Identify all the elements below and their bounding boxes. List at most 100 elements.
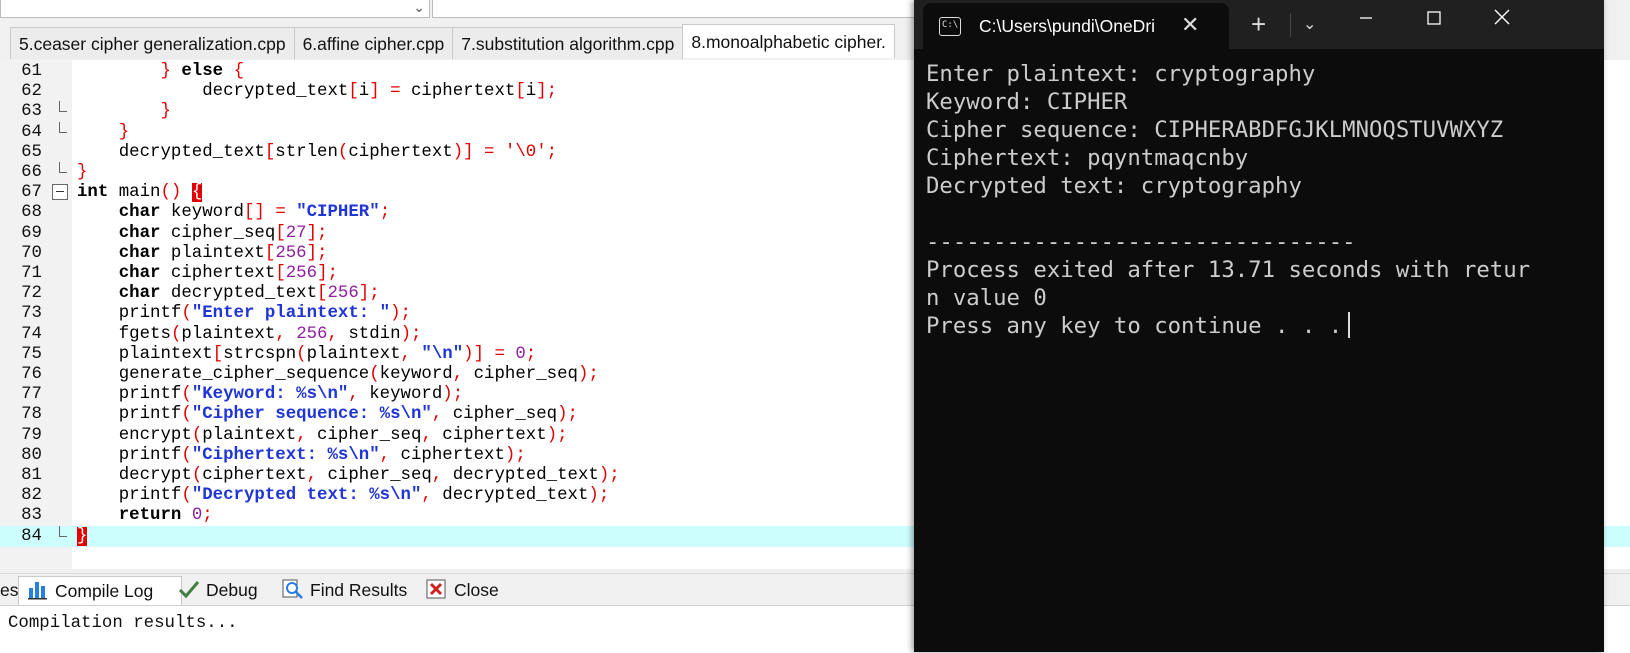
code-text: char plaintext[256]; xyxy=(118,243,328,263)
titlebar-divider xyxy=(1290,13,1291,37)
code-text: encrypt(plaintext, cipher_seq, ciphertex… xyxy=(77,425,568,445)
line-number: 78 xyxy=(21,405,42,425)
close-tab-icon[interactable]: ✕ xyxy=(1181,12,1199,38)
fold-marker xyxy=(52,303,68,324)
line-number: 81 xyxy=(21,466,42,485)
editor-tabs: 5.ceaser cipher generalization.cpp 6.affi… xyxy=(10,24,895,60)
terminal-line: Ciphertext: pqyntmaqcnby xyxy=(926,145,1249,171)
line-number: 71 xyxy=(21,264,42,283)
fold-marker xyxy=(52,364,68,385)
tab-compile-log[interactable]: Compile Log xyxy=(18,576,182,606)
terminal-line: Press any key to continue . . . xyxy=(926,312,1530,340)
line-number: 73 xyxy=(21,304,42,324)
log-text: Compilation results... xyxy=(8,614,238,633)
fold-toggle-icon[interactable] xyxy=(52,182,68,203)
code-text: decrypted_text[strlen(ciphertext)] = '\0… xyxy=(77,142,558,162)
editor-tab[interactable]: 5.ceaser cipher generalization.cpp xyxy=(10,27,295,59)
tab-debug[interactable]: Debug xyxy=(178,576,258,605)
fold-marker xyxy=(52,425,68,446)
maximize-button[interactable] xyxy=(1400,0,1468,40)
find-icon xyxy=(282,579,303,599)
line-number: 63 xyxy=(21,102,42,122)
code-text: } xyxy=(77,526,88,546)
code-text: } xyxy=(77,163,88,182)
code-text: } xyxy=(118,122,130,142)
minimize-button[interactable] xyxy=(1332,0,1400,40)
terminal-output[interactable]: Enter plaintext: cryptography Keyword: CI… xyxy=(926,60,1530,340)
fold-marker xyxy=(52,505,68,526)
fold-marker xyxy=(52,283,68,304)
code-text: printf("Cipher sequence: %s\n", cipher_s… xyxy=(77,405,578,425)
text-cursor xyxy=(1348,312,1351,338)
line-number: 82 xyxy=(21,486,42,506)
chevron-down-icon[interactable]: ⌄ xyxy=(413,0,425,16)
terminal-line: Process exited after 13.71 seconds with … xyxy=(926,257,1531,283)
maximize-icon xyxy=(1427,11,1441,25)
code-text: printf("Keyword: %s\n", keyword); xyxy=(77,385,464,405)
tab-find-results[interactable]: Find Results xyxy=(282,576,407,605)
fold-marker xyxy=(52,101,68,122)
terminal-line: Cipher sequence: CIPHERABDFGJKLMNOQSTUVW… xyxy=(926,117,1504,143)
fold-marker xyxy=(52,445,68,466)
code-text: plaintext[strcspn(plaintext, "\n")] = 0; xyxy=(77,344,537,364)
fold-marker xyxy=(52,202,68,223)
code-text: int main() { xyxy=(77,183,203,203)
fold-marker xyxy=(52,243,68,264)
code-text: fgets(plaintext, 256, stdin); xyxy=(77,324,422,344)
terminal-line: Decrypted text: cryptography xyxy=(926,173,1302,199)
tab-debug-label: Debug xyxy=(206,580,258,600)
minimize-icon xyxy=(1360,17,1372,19)
fold-marker xyxy=(52,263,68,284)
code-text: char decrypted_text[256]; xyxy=(118,284,380,304)
code-text: printf("Decrypted text: %s\n", decrypted… xyxy=(77,486,610,506)
line-number: 74 xyxy=(21,324,42,344)
fold-marker xyxy=(52,162,68,183)
close-panel-icon xyxy=(426,579,446,599)
terminal-line: Enter plaintext: cryptography xyxy=(926,61,1316,87)
code-text: char cipher_seq[27]; xyxy=(118,223,328,243)
fold-marker xyxy=(52,465,68,486)
line-number: 83 xyxy=(21,506,42,526)
editor-tab[interactable]: 7.substitution algorithm.cpp xyxy=(452,27,684,59)
tab-resources-partial[interactable]: es xyxy=(0,576,18,605)
fold-marker xyxy=(52,384,68,405)
line-number: 80 xyxy=(21,445,42,465)
terminal-window[interactable]: C:\ C:\Users\pundi\OneDri ✕ + ⌄ Enter pl… xyxy=(914,0,1604,652)
code-text: printf("Enter plaintext: "); xyxy=(77,304,411,324)
close-window-button[interactable] xyxy=(1468,0,1536,40)
new-tab-icon[interactable]: + xyxy=(1251,9,1266,40)
function-combobox[interactable] xyxy=(432,0,954,18)
line-number: 68 xyxy=(21,203,42,223)
code-text: decrypt(ciphertext, cipher_seq, decrypte… xyxy=(77,466,620,485)
line-number: 67 xyxy=(21,183,42,203)
fold-marker xyxy=(52,344,68,365)
line-number: 61 xyxy=(21,62,42,81)
fold-marker xyxy=(52,525,68,547)
code-text: return 0; xyxy=(118,506,213,526)
line-number: 70 xyxy=(21,243,42,263)
line-number: 64 xyxy=(21,122,42,142)
fold-marker xyxy=(52,223,68,244)
close-icon xyxy=(1494,9,1510,25)
tab-compile-log-label: Compile Log xyxy=(55,581,154,601)
fold-marker xyxy=(52,404,68,425)
class-combobox[interactable]: ⌄ xyxy=(0,0,430,18)
tab-close-label: Close xyxy=(454,580,499,600)
editor-tab[interactable]: 8.monoalphabetic cipher. xyxy=(682,24,895,58)
line-number: 65 xyxy=(21,142,42,162)
bar-chart-icon xyxy=(28,582,47,600)
checkmark-icon xyxy=(178,581,200,599)
line-number: 72 xyxy=(21,284,42,304)
tab-find-results-label: Find Results xyxy=(310,580,408,600)
terminal-titlebar: C:\ C:\Users\pundi\OneDri ✕ + ⌄ xyxy=(914,0,1604,49)
chevron-down-icon[interactable]: ⌄ xyxy=(1303,14,1316,34)
editor-tab[interactable]: 6.affine cipher.cpp xyxy=(293,27,454,59)
line-number: 75 xyxy=(21,344,42,364)
terminal-tab[interactable]: C:\ C:\Users\pundi\OneDri ✕ xyxy=(923,3,1229,49)
code-text: decrypted_text[i] = ciphertext[i]; xyxy=(77,82,558,102)
fold-marker xyxy=(52,81,68,102)
code-text: } xyxy=(160,102,171,122)
line-number: 62 xyxy=(21,82,42,102)
tab-close[interactable]: Close xyxy=(426,576,499,605)
